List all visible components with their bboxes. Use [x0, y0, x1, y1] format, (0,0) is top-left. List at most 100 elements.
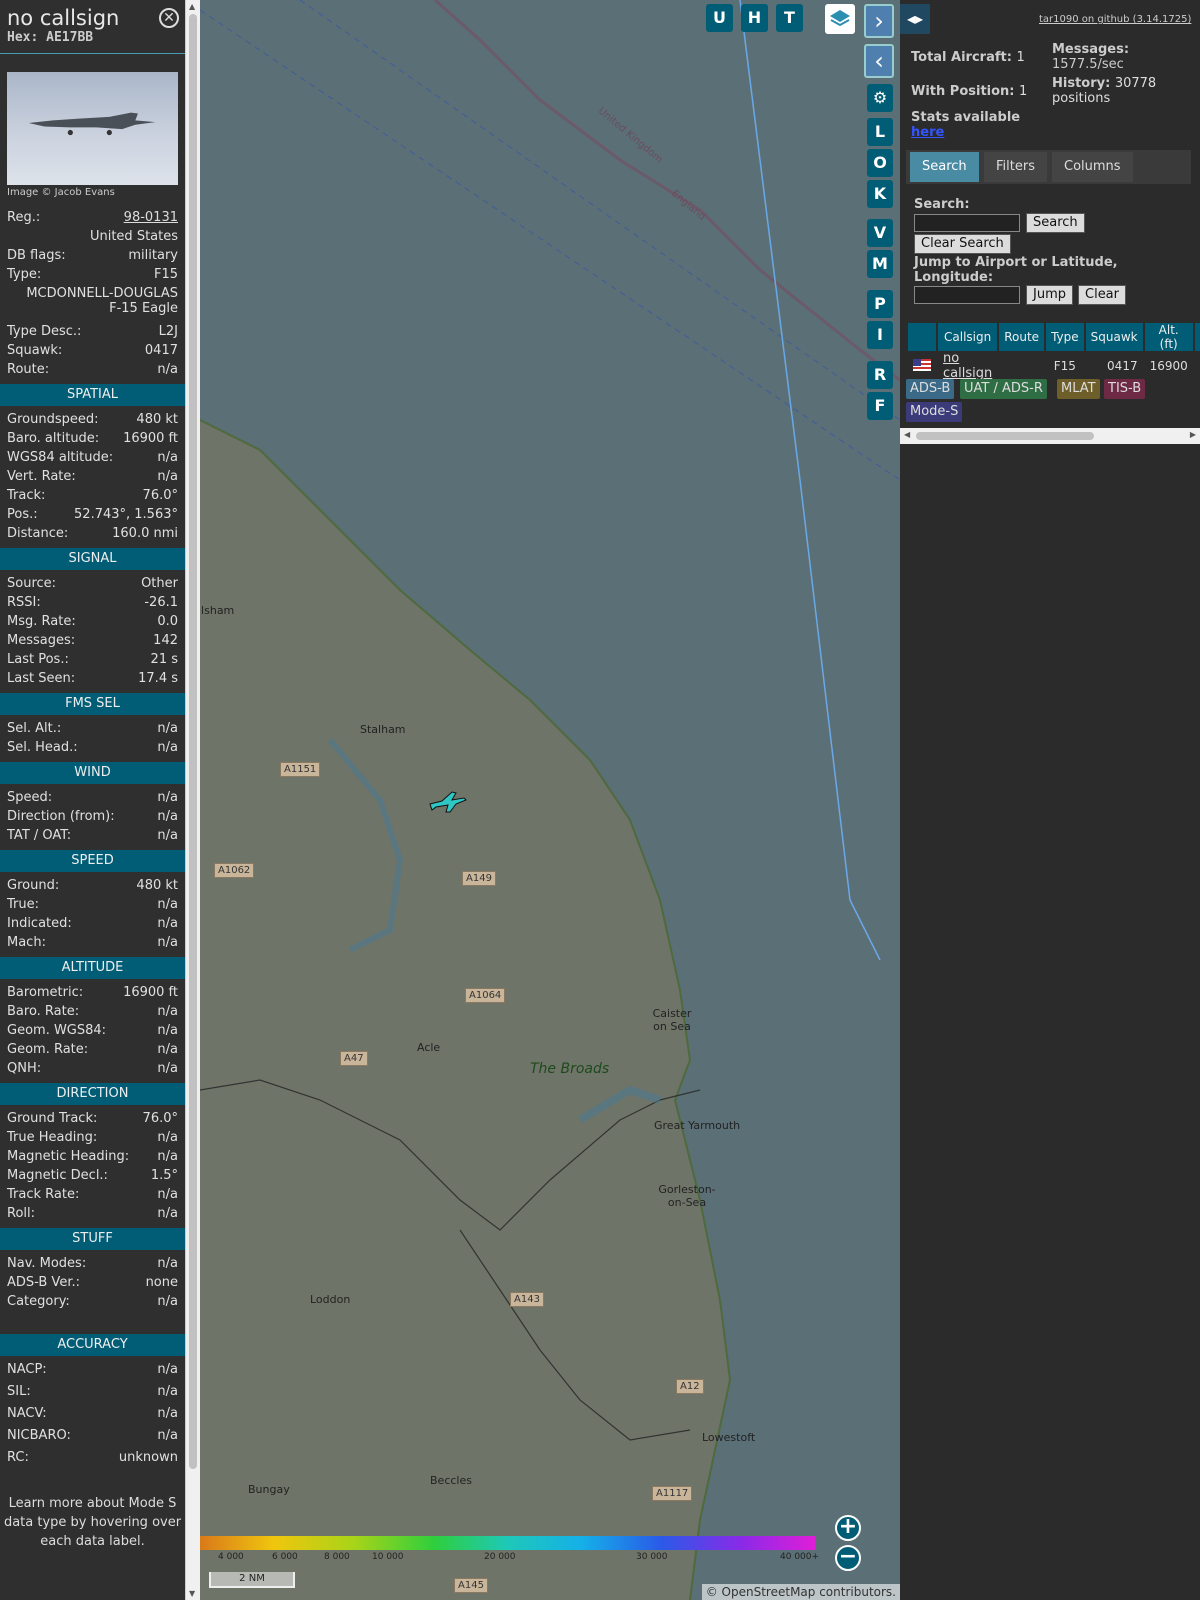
map-view[interactable]: ilsham Stalham Caister on Sea Acle The B… [200, 0, 900, 1600]
map-attribution[interactable]: © OpenStreetMap contributors. [701, 1584, 900, 1600]
scroll-right-icon[interactable]: ▶ [1190, 430, 1196, 439]
close-icon[interactable]: ✕ [159, 8, 179, 28]
direction-label[interactable]: Ground Track: [7, 1109, 97, 1128]
toggle-r-button[interactable]: R [867, 361, 893, 389]
spatial-label[interactable]: Vert. Rate: [7, 467, 76, 486]
sidebar-scrollbar[interactable]: ▲ ▼ [185, 0, 200, 1600]
wind-label[interactable]: TAT / OAT: [7, 826, 71, 845]
tab-search[interactable]: Search [910, 152, 979, 182]
speed-label[interactable]: Mach: [7, 933, 46, 952]
spatial-label[interactable]: WGS84 altitude: [7, 448, 113, 467]
toggle-f-button[interactable]: F [867, 392, 893, 420]
direction-label[interactable]: Roll: [7, 1204, 35, 1223]
accuracy-label[interactable]: NACV: [7, 1404, 47, 1423]
jump-button[interactable]: Jump [1026, 285, 1073, 305]
accuracy-label[interactable]: NACP: [7, 1360, 47, 1379]
direction-label[interactable]: Track Rate: [7, 1185, 79, 1204]
toggle-u-button[interactable]: U [706, 4, 733, 32]
signal-label[interactable]: Last Seen: [7, 669, 75, 688]
clear-search-button[interactable]: Clear Search [914, 234, 1011, 254]
accuracy-label[interactable]: SIL: [7, 1382, 31, 1401]
altitude-label[interactable]: Geom. WGS84: [7, 1021, 106, 1040]
signal-label[interactable]: Source: [7, 574, 56, 593]
next-aircraft-button[interactable]: › [864, 4, 894, 38]
scroll-up-icon[interactable]: ▲ [189, 2, 195, 11]
column-squawk[interactable]: Squawk [1085, 323, 1143, 351]
stuff-label[interactable]: ADS-B Ver.: [7, 1273, 80, 1292]
speed-label[interactable]: Indicated: [7, 914, 72, 933]
altitude-label[interactable]: Barometric: [7, 983, 83, 1002]
wind-label[interactable]: Direction (from): [7, 807, 115, 826]
layers-button[interactable] [825, 4, 855, 34]
chevron-left-icon: ‹ [874, 47, 884, 75]
wind-label[interactable]: Speed: [7, 788, 52, 807]
zoom-in-button[interactable]: + [835, 1515, 861, 1541]
accuracy-label[interactable]: RC: [7, 1448, 29, 1467]
column-s[interactable]: S [1194, 323, 1200, 351]
accuracy-label[interactable]: NICBARO: [7, 1426, 71, 1445]
row-callsign[interactable]: no callsign [938, 351, 997, 381]
scroll-left-icon[interactable]: ◀ [904, 430, 910, 439]
dbflags-label: DB flags: [7, 248, 66, 263]
spatial-label[interactable]: Groundspeed: [7, 410, 98, 429]
column-route[interactable]: Route [999, 323, 1045, 351]
jump-input[interactable] [914, 286, 1020, 304]
direction-label[interactable]: True Heading: [7, 1128, 97, 1147]
toggle-p-button[interactable]: P [867, 290, 893, 318]
column-altitude[interactable]: Alt. (ft) [1144, 323, 1193, 351]
stats-link[interactable]: here [911, 125, 944, 140]
speed-value: n/a [157, 897, 178, 912]
stuff-label[interactable]: Nav. Modes: [7, 1254, 86, 1273]
table-row[interactable]: no callsign F15 0417 16900 [908, 351, 1200, 381]
toggle-i-button[interactable]: I [867, 321, 893, 349]
column-callsign[interactable]: Callsign [938, 323, 998, 351]
scrollbar-thumb[interactable] [916, 432, 1094, 440]
signal-label[interactable]: Messages: [7, 631, 75, 650]
spatial-label[interactable]: Pos.: [7, 505, 38, 524]
scroll-down-icon[interactable]: ▼ [189, 1589, 195, 1598]
signal-label[interactable]: Msg. Rate: [7, 612, 76, 631]
fms-label[interactable]: Sel. Alt.: [7, 719, 61, 738]
column-flag[interactable] [908, 323, 936, 351]
altitude-label[interactable]: Geom. Rate: [7, 1040, 88, 1059]
toggle-o-button[interactable]: O [867, 149, 893, 177]
toggle-k-button[interactable]: K [867, 180, 893, 208]
speed-label[interactable]: Ground: [7, 876, 59, 895]
spatial-label[interactable]: Track: [7, 486, 45, 505]
direction-label[interactable]: Magnetic Heading: [7, 1147, 129, 1166]
github-link[interactable]: tar1090 on github (3.14.1725) [1039, 14, 1191, 25]
fms-label[interactable]: Sel. Head.: [7, 738, 78, 757]
tab-columns[interactable]: Columns [1052, 152, 1133, 182]
place-label: Acle [417, 1041, 441, 1054]
altitude-label[interactable]: QNH: [7, 1059, 41, 1078]
search-input[interactable] [914, 214, 1020, 232]
clear-button[interactable]: Clear [1078, 285, 1126, 305]
zoom-out-button[interactable]: − [835, 1545, 861, 1571]
speed-label[interactable]: True: [7, 895, 39, 914]
direction-label[interactable]: Magnetic Decl.: [7, 1166, 108, 1185]
search-button[interactable]: Search [1026, 213, 1085, 233]
toggle-m-button[interactable]: M [867, 250, 893, 278]
table-horizontal-scrollbar[interactable]: ◀ ▶ [900, 428, 1200, 444]
toggle-h-button[interactable]: H [741, 4, 768, 32]
settings-button[interactable]: ⚙ [867, 84, 893, 112]
aircraft-photo[interactable] [7, 72, 178, 185]
stuff-label[interactable]: Category: [7, 1292, 70, 1311]
toggle-t-button[interactable]: T [776, 4, 803, 32]
scrollbar-thumb[interactable] [189, 14, 197, 1469]
spatial-label[interactable]: Distance: [7, 524, 68, 543]
signal-label[interactable]: RSSI: [7, 593, 41, 612]
accuracy-value: unknown [118, 1450, 178, 1465]
spatial-label[interactable]: Baro. altitude: [7, 429, 99, 448]
toggle-panel-button[interactable]: ◂▸ [900, 4, 930, 34]
tab-filters[interactable]: Filters [984, 152, 1047, 182]
prev-aircraft-button[interactable]: ‹ [864, 44, 894, 78]
place-label: The Broads [530, 1061, 610, 1077]
toggle-v-button[interactable]: V [867, 219, 893, 247]
registration-link[interactable]: 98-0131 [124, 208, 178, 227]
altitude-label[interactable]: Baro. Rate: [7, 1002, 79, 1021]
aircraft-marker-icon[interactable] [428, 786, 468, 816]
column-type[interactable]: Type [1046, 323, 1084, 351]
signal-label[interactable]: Last Pos.: [7, 650, 69, 669]
toggle-l-button[interactable]: L [867, 118, 893, 146]
